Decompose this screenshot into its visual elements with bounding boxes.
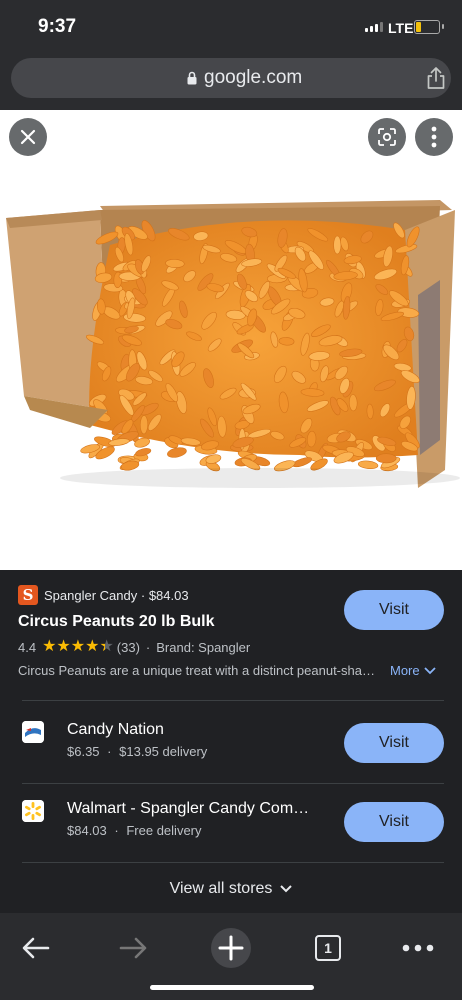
clock: 9:37	[38, 16, 77, 37]
store-price-delivery: $84.03 · Free delivery	[67, 823, 202, 838]
circus-peanut	[333, 235, 342, 255]
circus-peanut	[375, 453, 397, 464]
product-description: Circus Peanuts are a unique treat with a…	[18, 663, 378, 678]
star-icon: ★	[42, 638, 57, 655]
visit-button[interactable]: Visit	[344, 802, 444, 842]
battery-icon	[414, 20, 444, 34]
star-icon: ★	[85, 638, 100, 655]
close-button[interactable]	[9, 118, 47, 156]
kebab-menu-icon	[431, 126, 437, 148]
back-arrow-icon	[22, 937, 50, 959]
circus-peanut	[135, 448, 152, 457]
new-tab-button[interactable]	[206, 923, 256, 973]
review-count: (33)	[116, 639, 140, 655]
browser-header: google.com	[0, 52, 462, 110]
circus-peanut	[357, 460, 379, 470]
forward-button[interactable]	[108, 923, 158, 973]
chevron-down-icon	[280, 885, 293, 893]
more-label: More	[390, 663, 420, 678]
rating-value: 4.4	[18, 639, 37, 655]
address-bar[interactable]: google.com	[11, 58, 451, 98]
lens-button[interactable]	[368, 118, 406, 156]
divider	[22, 862, 444, 863]
url-text: google.com	[204, 67, 303, 88]
product-image[interactable]	[0, 110, 462, 570]
view-all-label: View all stores	[169, 880, 273, 897]
more-button[interactable]: More	[390, 663, 436, 678]
star-icon: ★	[99, 638, 114, 655]
tab-count: 1	[324, 940, 332, 956]
store-name: Spangler Candy	[44, 588, 138, 603]
battery-nub	[442, 24, 444, 29]
walmart-spark-icon	[22, 800, 44, 822]
store-and-price: Spangler Candy · $84.03	[44, 588, 189, 603]
star-rating-icon: ★ ★ ★ ★ ★	[42, 639, 114, 655]
signal-icon	[365, 22, 383, 32]
candy-nation-logo	[22, 721, 44, 743]
tab-count-icon: 1	[315, 935, 341, 961]
star-icon: ★	[70, 638, 86, 655]
lens-icon	[378, 128, 396, 146]
store-name: Walmart - Spangler Candy Company Circus …	[67, 800, 312, 817]
candy-nation-icon	[22, 721, 44, 743]
lock-icon	[187, 71, 197, 85]
more-horizontal-icon	[402, 944, 434, 952]
plus-icon	[211, 928, 251, 968]
forward-arrow-icon	[119, 937, 147, 959]
walmart-logo	[22, 800, 44, 822]
more-options-button[interactable]	[415, 118, 453, 156]
battery-level	[416, 22, 422, 32]
store-name: Candy Nation	[67, 721, 164, 738]
brand-label: Brand: Spangler	[156, 639, 251, 655]
share-icon[interactable]	[425, 66, 447, 90]
menu-button[interactable]	[393, 923, 443, 973]
close-icon	[20, 129, 36, 145]
product-title: Circus Peanuts 20 lb Bulk	[18, 613, 215, 630]
divider	[22, 783, 444, 784]
divider	[22, 700, 444, 701]
visit-button[interactable]: Visit	[344, 723, 444, 763]
network-type: LTE	[388, 20, 414, 36]
back-button[interactable]	[11, 923, 61, 973]
store-price-delivery: $6.35 · $13.95 delivery	[67, 744, 208, 759]
view-all-stores-link[interactable]: View all stores	[0, 880, 462, 898]
circus-peanut	[167, 447, 187, 458]
star-icon: ★	[56, 638, 71, 655]
product-image-area	[0, 110, 462, 570]
rating-row: 4.4 ★ ★ ★ ★ ★ (33) · Brand: Spangler	[18, 638, 251, 655]
circus-peanut	[139, 415, 149, 435]
visit-button[interactable]: Visit	[344, 590, 444, 630]
chevron-down-icon	[423, 666, 436, 674]
circus-peanut	[108, 438, 130, 446]
spangler-logo: S	[18, 585, 38, 605]
status-bar: 9:37 LTE	[0, 0, 462, 52]
tab-switcher-button[interactable]: 1	[303, 923, 353, 973]
product-price: $84.03	[148, 588, 189, 603]
home-indicator[interactable]	[150, 985, 314, 990]
